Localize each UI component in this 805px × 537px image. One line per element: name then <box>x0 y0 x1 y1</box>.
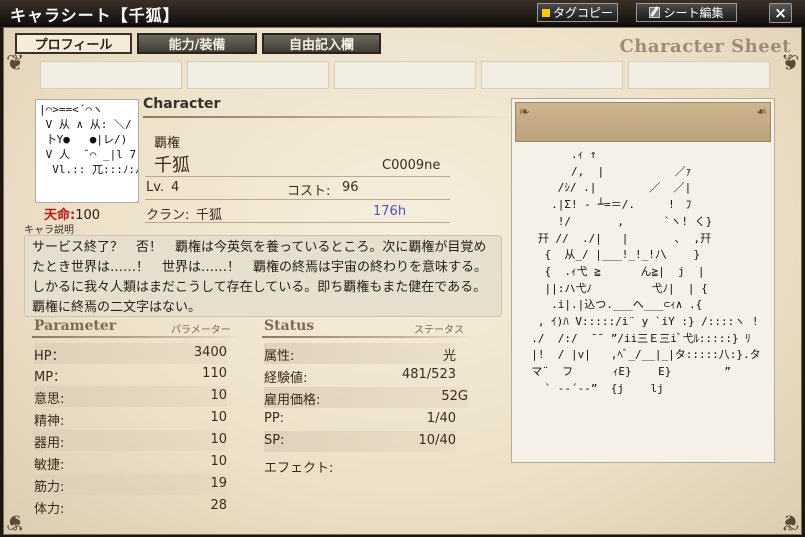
status-label: 雇用価格: <box>264 393 321 408</box>
param-value: 28 <box>210 498 227 513</box>
param-value: 10 <box>210 454 227 469</box>
status-title: Status <box>264 318 315 334</box>
char-desc-label: キャラ説明 <box>24 225 74 236</box>
status-label: PP: <box>264 411 285 426</box>
character-description: サービス終了？ 否！ 覇権は今英気を養っているところ。次に覇権が目覚めたとき世界… <box>24 235 502 317</box>
parameter-row-strength: 筋力: 19 <box>34 474 227 495</box>
status-row-effect: エフェクト: <box>264 455 456 476</box>
parameter-title: Parameter <box>34 318 117 334</box>
life-number: 100 <box>75 208 101 223</box>
status-value: 10/40 <box>418 433 456 448</box>
character-header: Character <box>143 96 221 112</box>
divider <box>145 199 450 200</box>
cost-label: コスト: <box>287 184 331 199</box>
tab-profile[interactable]: プロフィール <box>15 33 132 54</box>
slot[interactable] <box>628 61 770 89</box>
level-label: Lv. <box>146 180 165 195</box>
clan-name: 千狐 <box>196 208 223 223</box>
level-value: 4 <box>171 180 180 195</box>
param-value: 3400 <box>193 345 227 360</box>
character-id: C0009ne <box>382 158 441 173</box>
parameter-row-dexterity: 器用: 10 <box>34 430 227 451</box>
parameter-row-agility: 敏捷: 10 <box>34 452 227 473</box>
param-label: 敏捷: <box>34 458 65 473</box>
corner-ornament-icon: ❦ <box>780 509 799 534</box>
character-title: 覇権 <box>154 136 181 151</box>
status-label: SP: <box>264 433 285 448</box>
parameter-divider <box>32 336 244 338</box>
divider <box>145 222 450 223</box>
corner-ornament-icon: ❦ <box>6 51 25 76</box>
corner-ornament-icon: ❦ <box>6 509 25 534</box>
ascii-art: .ｨ ↑ /, | ／ｧ /ｼ/ .| ／ ／| .|Σ! - ┴=＝/. ! … <box>531 148 761 395</box>
portrait-image: |⌒>==<´⌒ヽ V 从 ∧ 从: ＼/ 卜Y● ●|レ/) V 人 ˘⌒ _… <box>35 99 139 203</box>
param-value: 19 <box>210 476 227 491</box>
param-label: 器用: <box>34 436 65 451</box>
close-button[interactable]: × <box>769 3 792 23</box>
param-label: MP： <box>34 370 67 385</box>
status-subtitle: ステータス <box>414 325 464 336</box>
tag-copy-icon <box>541 8 550 17</box>
status-row-experience: 経験値: 481/523 <box>264 365 456 386</box>
status-label: 属性: <box>264 349 295 364</box>
sheet-edit-label: シート編集 <box>663 6 724 20</box>
slot[interactable] <box>40 61 182 89</box>
param-value: 10 <box>210 432 227 447</box>
param-label: 意思: <box>34 392 65 407</box>
parameter-row-spirit: 精神: 10 <box>34 408 227 429</box>
header-divider <box>143 116 510 118</box>
character-sheet-window: キャラシート【千狐】 タグコピー シート編集 × ❦ ❦ ❦ ❦ プロフィール … <box>0 0 805 537</box>
parameter-row-stamina: 体力: 28 <box>34 496 227 517</box>
parameter-row-hp: HP： 3400 <box>34 343 227 364</box>
parameter-row-mp: MP： 110 <box>34 364 227 385</box>
tag-copy-button[interactable]: タグコピー <box>537 3 618 22</box>
parameter-subtitle: パラメーター <box>171 325 231 336</box>
status-value: 52G <box>441 389 468 404</box>
status-value: 1/40 <box>426 411 456 426</box>
ascii-art-header <box>515 102 771 142</box>
status-value: 光 <box>442 349 456 364</box>
status-row-sp: SP: 10/40 <box>264 431 456 452</box>
tag-copy-label: タグコピー <box>552 6 613 20</box>
slot[interactable] <box>481 61 623 89</box>
param-label: 精神: <box>34 414 65 429</box>
sheet-label: Character Sheet <box>619 36 791 57</box>
status-row-attribute: 属性: 光 <box>264 343 456 364</box>
character-name: 千狐 <box>154 155 190 176</box>
slot-row <box>40 61 770 89</box>
status-value: 481/523 <box>401 367 456 382</box>
status-row-hire-price: 雇用価格: 52G <box>264 387 468 408</box>
tab-ability-equipment[interactable]: 能力/装備 <box>137 33 257 54</box>
parameter-row-will: 意思: 10 <box>34 386 227 407</box>
param-value: 10 <box>210 388 227 403</box>
tab-free-entry[interactable]: 自由記入欄 <box>262 33 381 54</box>
title-bar: キャラシート【千狐】 タグコピー シート編集 × <box>0 0 805 26</box>
window-title: キャラシート【千狐】 <box>10 6 180 25</box>
slot[interactable] <box>334 61 476 89</box>
status-divider <box>262 336 474 338</box>
status-label: 経験値: <box>264 371 308 386</box>
param-label: 体力: <box>34 502 65 517</box>
clan-label: クラン: <box>146 208 190 223</box>
cost-value: 96 <box>342 180 359 195</box>
divider <box>145 176 450 177</box>
param-label: HP： <box>34 349 65 364</box>
ascii-art-panel: .ｨ ↑ /, | ／ｧ /ｼ/ .| ／ ／| .|Σ! - ┴=＝/. ! … <box>511 98 775 463</box>
param-value: 10 <box>210 410 227 425</box>
clan-value: 176h <box>373 204 407 219</box>
status-label: エフェクト: <box>264 461 334 476</box>
param-label: 筋力: <box>34 480 65 495</box>
sheet-panel: ❦ ❦ ❦ ❦ プロフィール 能力/装備 自由記入欄 Character She… <box>3 27 802 535</box>
status-row-pp: PP: 1/40 <box>264 409 456 430</box>
param-value: 110 <box>202 366 227 381</box>
edit-icon <box>649 7 661 18</box>
slot[interactable] <box>187 61 329 89</box>
sheet-edit-button[interactable]: シート編集 <box>636 3 737 22</box>
